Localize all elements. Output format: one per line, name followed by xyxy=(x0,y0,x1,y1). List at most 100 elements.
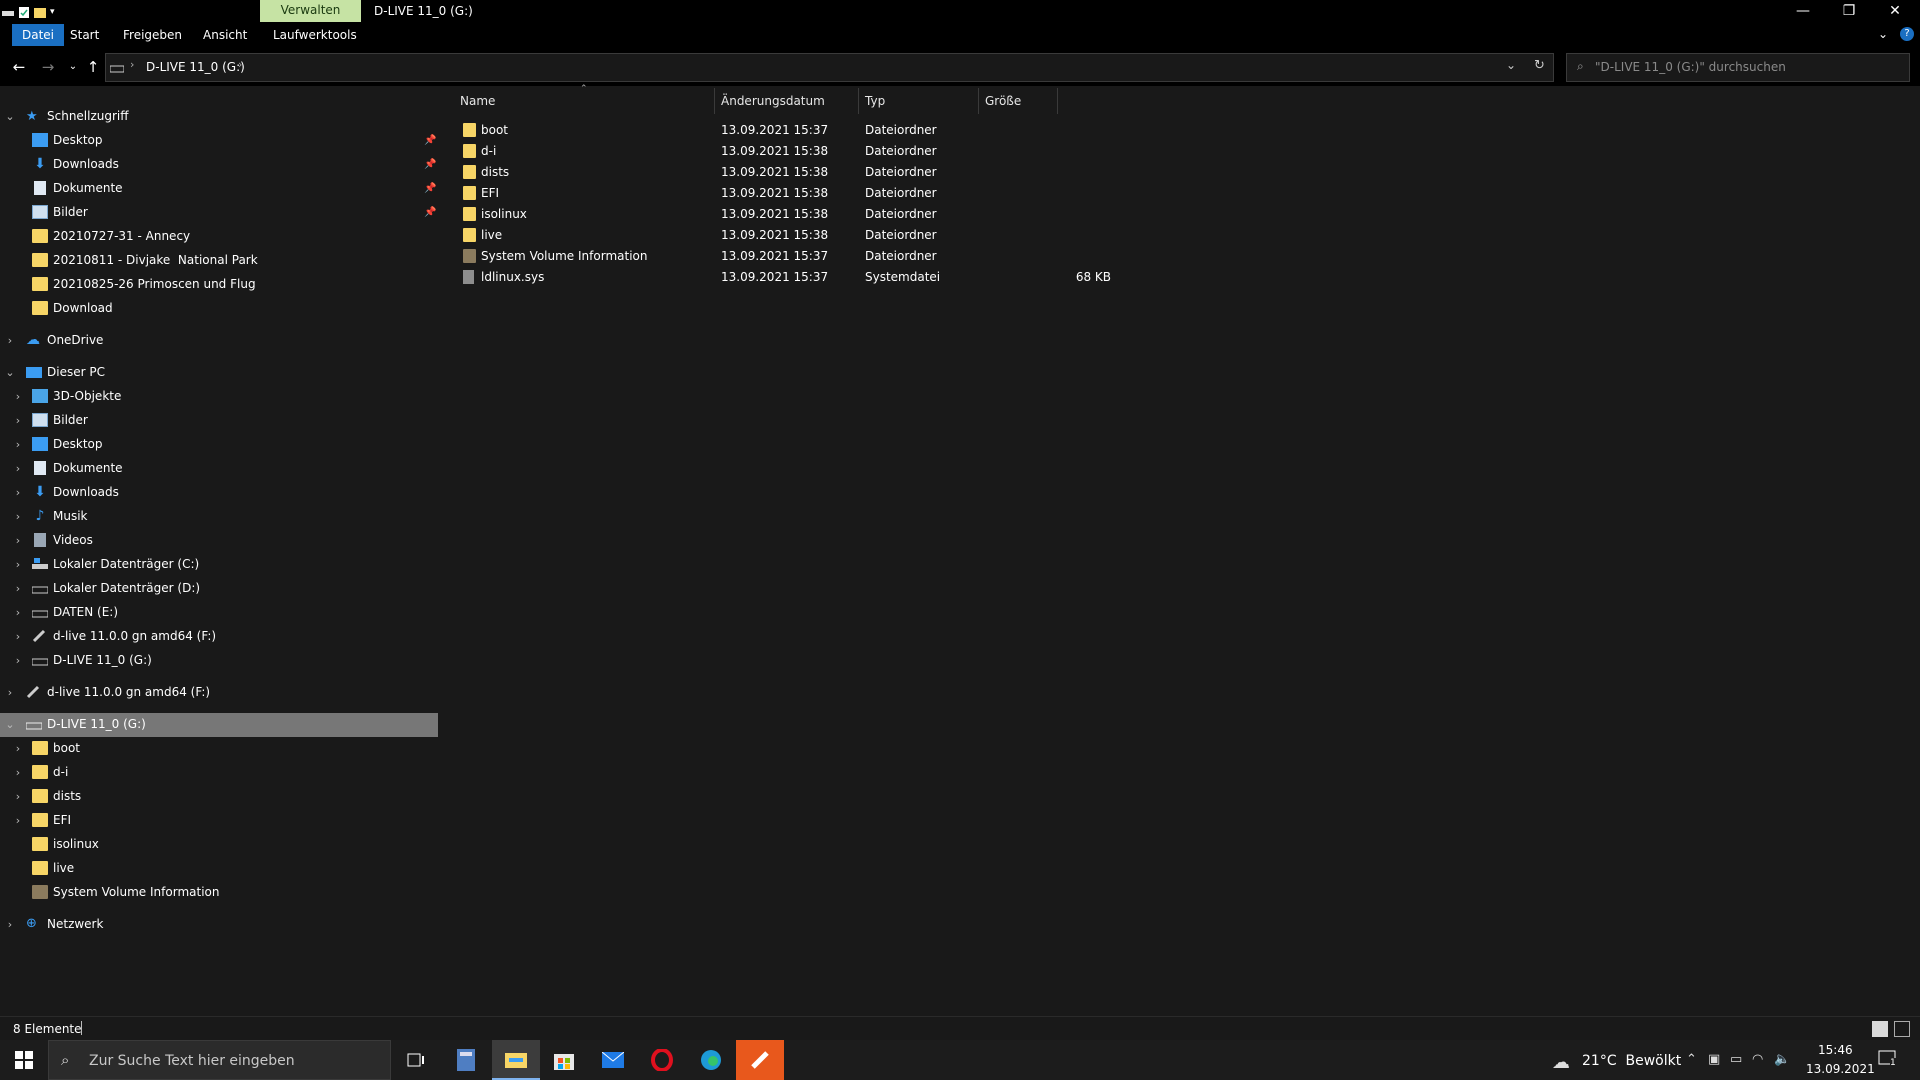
search-box[interactable]: ⌕ "D-LIVE 11_0 (G:)" durchsuchen xyxy=(1566,53,1910,82)
sidebar-item-schnellzugriff[interactable]: ⌄ ★ Schnellzugriff xyxy=(4,105,128,127)
chevron-right-icon[interactable]: › xyxy=(12,486,24,499)
minimize-button[interactable]: — xyxy=(1780,0,1826,22)
sidebar-item-3d-objekte[interactable]: › 3D-Objekte xyxy=(12,385,121,407)
sidebar-item-pc-downloads[interactable]: › ⬇ Downloads xyxy=(12,481,119,503)
chevron-right-icon[interactable]: › xyxy=(12,438,24,451)
pin-icon[interactable]: 📌 xyxy=(424,207,436,218)
search-input[interactable]: "D-LIVE 11_0 (G:)" durchsuchen xyxy=(1595,60,1786,74)
chevron-down-icon[interactable]: ⌄ xyxy=(4,110,16,123)
column-header-name[interactable]: Name xyxy=(460,94,495,110)
file-row[interactable]: ldlinux.sys 13.09.2021 15:37 Systemdatei… xyxy=(460,267,1111,288)
chevron-right-icon[interactable]: › xyxy=(4,686,16,699)
chevron-right-icon[interactable]: › xyxy=(12,790,24,803)
chevron-right-icon[interactable]: › xyxy=(12,766,24,779)
restore-button[interactable]: ❐ xyxy=(1826,0,1872,22)
close-button[interactable]: ✕ xyxy=(1872,0,1918,22)
customize-qat-icon[interactable]: ▾ xyxy=(50,6,62,19)
column-divider[interactable] xyxy=(978,88,979,114)
chevron-right-icon[interactable]: › xyxy=(12,654,24,667)
file-row[interactable]: isolinux 13.09.2021 15:38 Dateiordner xyxy=(460,204,1060,225)
sidebar-item-g-d-i[interactable]: › d-i xyxy=(12,761,68,783)
tab-freigeben[interactable]: Freigeben xyxy=(113,24,192,46)
edge-browser-icon[interactable] xyxy=(687,1040,735,1080)
chevron-right-icon[interactable]: › xyxy=(12,390,24,403)
notification-center-icon[interactable]: 1 xyxy=(1878,1050,1898,1068)
column-header-size[interactable]: Größe xyxy=(985,94,1021,110)
breadcrumb-separator-icon[interactable]: › xyxy=(238,58,242,71)
chevron-right-icon[interactable]: › xyxy=(4,918,16,931)
sidebar-item-g-system-volume[interactable]: System Volume Information xyxy=(32,881,219,903)
sidebar-item-desktop[interactable]: Desktop 📌 xyxy=(32,129,436,151)
sidebar-item-drive-d[interactable]: › Lokaler Datenträger (D:) xyxy=(12,577,200,599)
large-icons-view-icon[interactable] xyxy=(1894,1021,1910,1037)
column-divider[interactable] xyxy=(714,88,715,114)
weather-text[interactable]: 21°C Bewölkt xyxy=(1582,1053,1681,1069)
chevron-right-icon[interactable]: › xyxy=(12,742,24,755)
volume-icon[interactable]: 🔈 xyxy=(1774,1052,1790,1067)
recent-locations-icon[interactable]: ⌄ xyxy=(62,56,84,78)
meet-now-icon[interactable]: ▣ xyxy=(1708,1052,1720,1067)
chevron-right-icon[interactable]: › xyxy=(12,582,24,595)
help-icon[interactable]: ? xyxy=(1900,27,1914,41)
details-view-icon[interactable] xyxy=(1872,1021,1888,1037)
sidebar-item-removable-f[interactable]: › d-live 11.0.0 gn amd64 (F:) xyxy=(4,681,210,703)
column-divider[interactable] xyxy=(1057,88,1058,114)
chevron-right-icon[interactable]: › xyxy=(12,462,24,475)
chevron-right-icon[interactable]: › xyxy=(12,558,24,571)
refresh-icon[interactable]: ↻ xyxy=(1534,58,1545,73)
file-row[interactable]: d-i 13.09.2021 15:38 Dateiordner xyxy=(460,141,1060,162)
column-header-type[interactable]: Typ xyxy=(865,94,885,110)
sidebar-item-divjake[interactable]: 20210811 - Divjake National Park xyxy=(32,249,258,271)
pin-icon[interactable]: 📌 xyxy=(424,183,436,194)
sidebar-item-dokumente[interactable]: Dokumente 📌 xyxy=(32,177,436,199)
up-arrow-icon[interactable]: ↑ xyxy=(82,56,104,78)
chevron-right-icon[interactable]: › xyxy=(12,814,24,827)
calculator-icon[interactable] xyxy=(442,1040,490,1080)
sidebar-item-drive-c[interactable]: › Lokaler Datenträger (C:) xyxy=(12,553,199,575)
column-header-date[interactable]: Änderungsdatum xyxy=(721,94,825,110)
breadcrumb-drive[interactable]: D-LIVE 11_0 (G:) xyxy=(146,60,245,74)
tab-datei[interactable]: Datei xyxy=(12,24,65,46)
battery-icon[interactable]: ▭ xyxy=(1730,1052,1742,1067)
tab-verwalten[interactable]: Verwalten xyxy=(260,0,361,22)
clock-date[interactable]: 13.09.2021 xyxy=(1806,1062,1875,1076)
chevron-right-icon[interactable]: › xyxy=(12,414,24,427)
pin-icon[interactable]: 📌 xyxy=(424,135,436,146)
file-explorer-icon[interactable] xyxy=(492,1040,540,1080)
chevron-right-icon[interactable]: › xyxy=(12,534,24,547)
sidebar-item-pc-bilder[interactable]: › Bilder xyxy=(12,409,88,431)
sidebar-item-pc-dokumente[interactable]: › Dokumente xyxy=(12,457,123,479)
sidebar-item-videos[interactable]: › Videos xyxy=(12,529,93,551)
tab-start[interactable]: Start xyxy=(60,24,109,46)
sidebar-item-primoscen[interactable]: 20210825-26 Primoscen und Flug xyxy=(32,273,256,295)
taskbar-search-box[interactable]: ⌕ Zur Suche Text hier eingeben xyxy=(48,1040,391,1080)
expand-ribbon-icon[interactable]: ⌄ xyxy=(1878,27,1888,41)
pin-icon[interactable]: 📌 xyxy=(424,159,436,170)
sidebar-item-g-isolinux[interactable]: isolinux xyxy=(32,833,99,855)
sidebar-item-drive-f[interactable]: › d-live 11.0.0 gn amd64 (F:) xyxy=(12,625,216,647)
chevron-right-icon[interactable]: › xyxy=(12,510,24,523)
forward-arrow-icon[interactable]: → xyxy=(37,56,59,78)
sidebar-item-download[interactable]: Download xyxy=(32,297,113,319)
chevron-right-icon[interactable]: › xyxy=(12,606,24,619)
sidebar-item-musik[interactable]: › ♪ Musik xyxy=(12,505,88,527)
sidebar-item-pc-desktop[interactable]: › Desktop xyxy=(12,433,103,455)
sidebar-item-g-dists[interactable]: › dists xyxy=(12,785,81,807)
opera-browser-icon[interactable] xyxy=(638,1040,686,1080)
taskbar-search-input[interactable]: Zur Suche Text hier eingeben xyxy=(89,1053,295,1069)
sidebar-item-drive-e[interactable]: › DATEN (E:) xyxy=(12,601,118,623)
address-dropdown-icon[interactable]: ⌄ xyxy=(1506,58,1516,72)
file-row[interactable]: EFI 13.09.2021 15:38 Dateiordner xyxy=(460,183,1060,204)
sidebar-item-downloads[interactable]: ⬇ Downloads 📌 xyxy=(32,153,436,175)
chevron-right-icon[interactable]: › xyxy=(4,334,16,347)
sidebar-item-g-live[interactable]: live xyxy=(32,857,74,879)
chevron-down-icon[interactable]: ⌄ xyxy=(4,366,16,379)
chevron-down-icon[interactable]: ⌄ xyxy=(4,718,16,731)
file-row[interactable]: System Volume Information 13.09.2021 15:… xyxy=(460,246,1060,267)
sidebar-item-annecy[interactable]: 20210727-31 - Annecy xyxy=(32,225,190,247)
wifi-icon[interactable]: ◠ xyxy=(1752,1052,1763,1067)
sidebar-item-dieser-pc[interactable]: ⌄ Dieser PC xyxy=(4,361,105,383)
chevron-right-icon[interactable]: › xyxy=(12,630,24,643)
address-bar[interactable]: › D-LIVE 11_0 (G:) › ⌄ ↻ xyxy=(105,53,1554,82)
breadcrumb-separator-icon[interactable]: › xyxy=(130,58,134,71)
